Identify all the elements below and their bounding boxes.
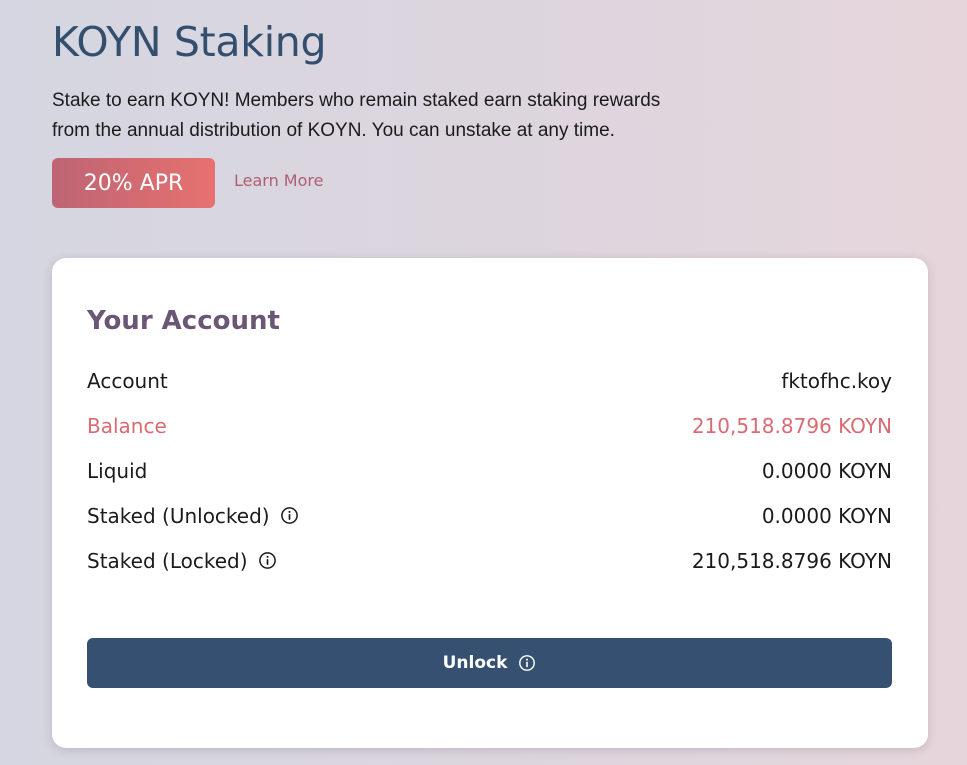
unlock-button-label: Unlock xyxy=(442,653,508,673)
staked-locked-row: Staked (Locked) 210,518.8796 KOYN xyxy=(87,538,892,583)
liquid-row: Liquid 0.0000 KOYN xyxy=(87,448,892,493)
account-row: Account fktofhc.koy xyxy=(87,358,892,403)
staked-locked-value: 210,518.8796 KOYN xyxy=(691,548,892,573)
learn-more-link[interactable]: Learn More xyxy=(234,171,323,190)
balance-value: 210,518.8796 KOYN xyxy=(691,413,892,438)
account-details: Account fktofhc.koy Balance 210,518.8796… xyxy=(87,358,892,583)
balance-row: Balance 210,518.8796 KOYN xyxy=(87,403,892,448)
balance-label: Balance xyxy=(87,413,167,438)
page-title: KOYN Staking xyxy=(52,18,327,66)
account-value: fktofhc.koy xyxy=(781,368,892,393)
liquid-label: Liquid xyxy=(87,458,148,483)
staked-unlocked-value: 0.0000 KOYN xyxy=(761,503,892,528)
info-circle-icon xyxy=(517,654,536,673)
info-circle-icon[interactable] xyxy=(280,506,300,526)
intro-text: Stake to earn KOYN! Members who remain s… xyxy=(52,90,661,141)
card-title: Your Account xyxy=(87,306,280,336)
unlock-button[interactable]: Unlock xyxy=(87,638,892,688)
account-label: Account xyxy=(87,368,168,393)
staked-locked-label: Staked (Locked) xyxy=(87,548,248,573)
staked-unlocked-label: Staked (Unlocked) xyxy=(87,503,270,528)
liquid-value: 0.0000 KOYN xyxy=(761,458,892,483)
account-card: Your Account Account fktofhc.koy Balance… xyxy=(52,258,928,748)
info-circle-icon[interactable] xyxy=(258,551,278,571)
staked-unlocked-row: Staked (Unlocked) 0.0000 KOYN xyxy=(87,493,892,538)
apr-badge: 20% APR xyxy=(52,158,215,208)
